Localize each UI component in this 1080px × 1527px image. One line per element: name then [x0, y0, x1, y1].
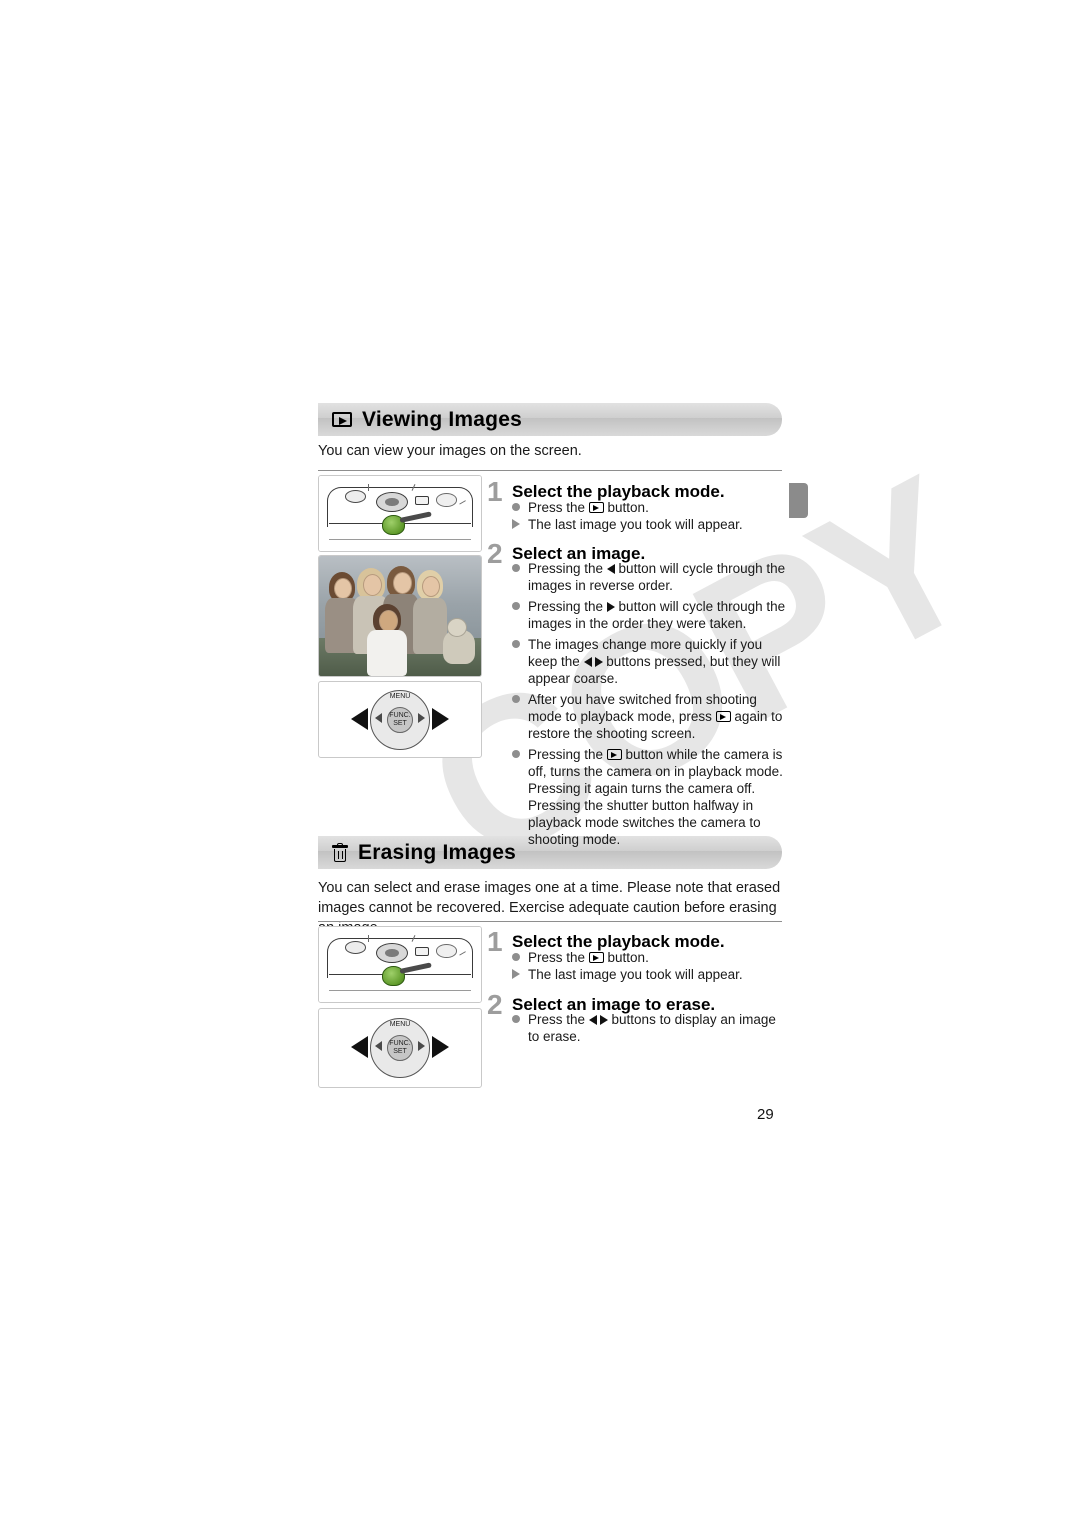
- bullet-triangle-icon: [512, 969, 520, 979]
- step-number: 2: [487, 989, 503, 1020]
- step-2-bullets-viewing: Pressing the button will cycle through t…: [512, 560, 790, 848]
- playback-icon: [588, 502, 604, 513]
- divider: [318, 921, 782, 922]
- bullet-text-after: button while the camera is off, turns th…: [528, 747, 783, 847]
- bullet-text-before: The last image you took will appear.: [528, 517, 743, 532]
- step-2-bullets-erasing: Press the buttons to display an image to…: [512, 1011, 790, 1045]
- right-arrow-icon: [432, 707, 449, 730]
- bullet-item: The last image you took will appear.: [512, 966, 787, 983]
- bullet-item: The last image you took will appear.: [512, 516, 787, 533]
- camera-top-view-illustration: [318, 926, 482, 1003]
- bullet-dot-icon: [512, 602, 520, 610]
- playback-icon: [715, 711, 731, 722]
- trash-icon: [332, 843, 348, 862]
- controller-label-menu: MENU: [389, 1021, 411, 1028]
- left-right-arrow-icon: [583, 657, 603, 667]
- step-number: 1: [487, 476, 503, 507]
- bullet-text-before: Pressing the: [528, 599, 607, 614]
- bullet-item: Pressing the button will cycle through t…: [512, 598, 790, 632]
- left-right-arrow-icon: [588, 1015, 608, 1025]
- bullet-text-after: button.: [603, 950, 649, 965]
- bullet-text-after: button.: [603, 500, 649, 515]
- bullet-dot-icon: [512, 953, 520, 961]
- step-number: 1: [487, 926, 503, 957]
- right-arrow-icon: [606, 602, 615, 612]
- controller-label-menu: MENU: [389, 692, 411, 700]
- bullet-dot-icon: [512, 503, 520, 511]
- playback-icon: [332, 412, 352, 427]
- section-title: Viewing Images: [362, 407, 522, 431]
- bullet-text-before: Pressing the: [528, 747, 607, 762]
- left-arrow-icon: [606, 564, 615, 574]
- manual-page: COPY Viewing Images You can view your im…: [0, 0, 1080, 1527]
- right-arrow-icon: [432, 1036, 449, 1058]
- bullet-item: Press the buttons to display an image to…: [512, 1011, 790, 1045]
- bullet-text-before: Press the: [528, 500, 589, 515]
- controller-label-func-set: FUNC. SET: [389, 1040, 411, 1055]
- bullet-item: Pressing the button will cycle through t…: [512, 560, 790, 594]
- bullet-dot-icon: [512, 640, 520, 648]
- bullet-text-before: The last image you took will appear.: [528, 967, 743, 982]
- bullet-item: The images change more quickly if you ke…: [512, 636, 790, 687]
- bullet-item: Press the button.: [512, 499, 787, 516]
- bullet-dot-icon: [512, 750, 520, 758]
- left-arrow-icon: [351, 707, 368, 730]
- playback-icon: [588, 952, 604, 963]
- bullet-text-before: Press the: [528, 950, 589, 965]
- step-1-bullets-erasing: Press the button. The last image you too…: [512, 949, 787, 983]
- bullet-item: Pressing the button while the camera is …: [512, 746, 790, 848]
- section-title: Erasing Images: [358, 840, 517, 864]
- page-edge-tab: [789, 483, 808, 518]
- left-arrow-icon: [351, 1036, 368, 1058]
- section-intro-viewing: You can view your images on the screen.: [318, 443, 582, 459]
- bullet-dot-icon: [512, 695, 520, 703]
- bullet-item: After you have switched from shooting mo…: [512, 691, 790, 742]
- playback-icon: [606, 749, 622, 760]
- bullet-dot-icon: [512, 564, 520, 572]
- divider: [318, 470, 782, 471]
- bullet-dot-icon: [512, 1015, 520, 1023]
- section-header-viewing-images: Viewing Images: [318, 403, 782, 436]
- page-number: 29: [757, 1106, 774, 1123]
- bullet-triangle-icon: [512, 519, 520, 529]
- bullet-text-before: Press the: [528, 1012, 589, 1027]
- controller-label-func-set: FUNC. SET: [389, 711, 411, 727]
- four-way-controller-illustration: MENU FUNC. SET: [318, 1008, 482, 1088]
- step-number: 2: [487, 538, 503, 569]
- bullet-item: Press the button.: [512, 949, 787, 966]
- sample-photo-children: [318, 555, 482, 677]
- step-1-bullets-viewing: Press the button. The last image you too…: [512, 499, 787, 533]
- four-way-controller-illustration: MENU FUNC. SET: [318, 681, 482, 758]
- camera-top-view-illustration: [318, 475, 482, 552]
- bullet-text-before: Pressing the: [528, 561, 607, 576]
